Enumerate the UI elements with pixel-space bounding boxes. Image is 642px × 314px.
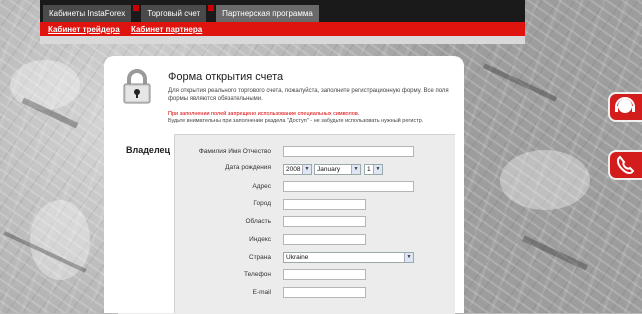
- region-field[interactable]: [283, 216, 366, 227]
- country-select[interactable]: Ukraine ▼: [283, 252, 414, 263]
- city-field[interactable]: [283, 199, 366, 210]
- birth-year-select[interactable]: 2008 ▼: [283, 164, 312, 175]
- support-chat-button[interactable]: [608, 92, 642, 122]
- birth-month-select[interactable]: January ▼: [314, 164, 361, 175]
- tab-instaforex-cabinets[interactable]: Кабинеты InstaForex: [43, 5, 132, 22]
- region-label: Область: [245, 218, 271, 225]
- page-title: Форма открытия счета: [168, 71, 284, 83]
- tab-partner-program[interactable]: Партнерская программа: [216, 5, 319, 22]
- chevron-down-icon: ▼: [404, 253, 413, 262]
- headset-icon: [615, 97, 635, 113]
- header-divider: [40, 36, 525, 44]
- main-tabs: Кабинеты InstaForex Торговый счет Партне…: [43, 5, 319, 22]
- full-name-field[interactable]: [283, 146, 414, 157]
- birth-date-label: Дата рождения: [225, 164, 271, 171]
- form-description: Для открытия реального торгового счета, …: [168, 88, 449, 102]
- address-field[interactable]: [283, 181, 414, 192]
- owner-section-title: Владелец: [126, 145, 171, 155]
- tab-marker: [208, 5, 215, 11]
- country-label: Страна: [248, 254, 271, 261]
- tab-trading-account[interactable]: Торговый счет: [141, 5, 207, 22]
- chevron-down-icon: ▼: [302, 165, 311, 174]
- trader-cabinet-link[interactable]: Кабинет трейдера: [48, 25, 120, 34]
- email-field[interactable]: [283, 287, 366, 298]
- zip-field[interactable]: [283, 234, 366, 245]
- case-notice: Будьте внимательны при заполнении раздел…: [168, 118, 424, 124]
- full-name-label: Фамилия Имя Отчество: [198, 148, 271, 155]
- birth-day-select[interactable]: 1 ▼: [364, 164, 383, 175]
- partner-cabinet-link[interactable]: Кабинет партнера: [131, 25, 202, 34]
- special-chars-warning: При заполнении полей запрещено использов…: [168, 111, 360, 117]
- callback-button[interactable]: [608, 150, 642, 180]
- chevron-down-icon: ▼: [351, 165, 360, 174]
- zip-label: Индекс: [249, 236, 271, 243]
- phone-icon: [616, 155, 635, 175]
- address-label: Адрес: [252, 183, 271, 190]
- city-label: Город: [253, 200, 271, 207]
- phone-label: Телефон: [244, 271, 271, 278]
- phone-field[interactable]: [283, 269, 366, 280]
- email-label: E-mail: [252, 289, 271, 296]
- lock-icon: [123, 69, 151, 104]
- owner-section-header: [118, 134, 175, 313]
- chevron-down-icon: ▼: [373, 165, 382, 174]
- tab-marker: [133, 5, 140, 11]
